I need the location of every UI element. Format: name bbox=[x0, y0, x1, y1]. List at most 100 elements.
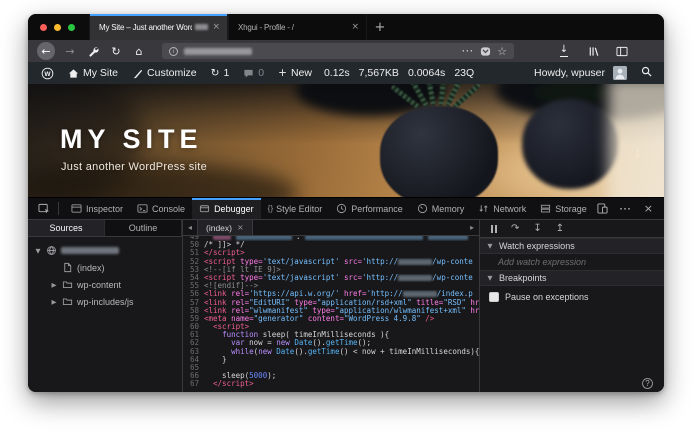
menu-icon[interactable] bbox=[643, 43, 655, 59]
minimize-window-button[interactable] bbox=[54, 23, 61, 31]
editor-tab-label: (index) bbox=[206, 222, 232, 233]
wp-logo-icon[interactable]: W bbox=[34, 62, 61, 84]
code-line-content: <script> bbox=[213, 323, 250, 332]
customize-menu[interactable]: Customize bbox=[125, 62, 204, 84]
globe-icon bbox=[46, 245, 57, 256]
code-view[interactable]: 49 : 50/* ]]> */51 </script> 52 <script typ… bbox=[183, 236, 479, 392]
downloads-button[interactable]: ↓ bbox=[556, 43, 572, 59]
devtools-tab-label: Performance bbox=[351, 203, 403, 214]
code-line-content: <![endif]--> bbox=[204, 282, 259, 291]
editor-tab-close-icon[interactable]: × bbox=[237, 223, 244, 232]
devtools-tab-network[interactable]: Network bbox=[471, 198, 533, 219]
devtools-meatball-menu-icon[interactable]: ··· bbox=[620, 204, 632, 214]
tree-item-host[interactable]: ▼ bbox=[28, 242, 182, 259]
devtools-tab-debugger[interactable]: Debugger bbox=[192, 198, 261, 219]
comment-icon bbox=[244, 69, 253, 78]
pause-on-exceptions-row[interactable]: Pause on exceptions bbox=[480, 286, 664, 307]
back-button[interactable]: ← bbox=[37, 42, 55, 60]
code-line: 66 sleep(5000); bbox=[183, 371, 479, 381]
site-info-icon[interactable]: i bbox=[169, 46, 178, 56]
tree-item-index[interactable]: (index) bbox=[28, 259, 182, 276]
step-out-icon[interactable]: ↥ bbox=[556, 223, 564, 234]
devtools-tab-inspector[interactable]: Inspector bbox=[64, 198, 130, 219]
editor-tab-bar: ◂ (index) × ▸ bbox=[183, 220, 479, 236]
devtools-tab-console[interactable]: Console bbox=[130, 198, 192, 219]
pocket-icon[interactable] bbox=[480, 46, 491, 57]
tree-item-label: wp-content bbox=[77, 279, 122, 290]
browser-tab-1[interactable]: My Site – Just another WordPress s × bbox=[89, 14, 228, 40]
close-window-button[interactable] bbox=[40, 23, 47, 31]
new-tab-button[interactable]: + bbox=[367, 14, 393, 40]
redacted-code bbox=[235, 236, 292, 240]
pick-element-icon[interactable] bbox=[35, 198, 53, 219]
library-icon[interactable] bbox=[585, 43, 601, 59]
stat-value: 23Q bbox=[454, 67, 475, 79]
breakpoints-header[interactable]: ▼ Breakpoints bbox=[480, 270, 664, 286]
devtools-tab-style-editor[interactable]: { } Style Editor bbox=[261, 198, 330, 219]
code-line-content: sleep(5000); bbox=[204, 372, 277, 381]
pause-on-exceptions-checkbox[interactable] bbox=[489, 291, 499, 302]
zoom-window-button[interactable] bbox=[68, 23, 75, 31]
file-icon bbox=[62, 262, 73, 273]
sidebar-toggle-icon[interactable] bbox=[614, 43, 630, 59]
step-in-icon[interactable]: ↧ bbox=[533, 223, 541, 234]
redacted-title-text bbox=[195, 24, 209, 30]
reload-button[interactable]: ↻ bbox=[108, 43, 124, 59]
tab-outline[interactable]: Outline bbox=[105, 220, 182, 236]
sources-panel: Sources Outline ▼ (index) ▶ wp-content ▶ wp-i… bbox=[28, 220, 183, 392]
twisty-icon[interactable]: ▶ bbox=[50, 281, 58, 289]
devtools-tab-performance[interactable]: Performance bbox=[329, 198, 410, 219]
watch-expressions-header[interactable]: ▼ Watch expressions bbox=[480, 238, 664, 254]
updates-menu[interactable]: ↻ 1 bbox=[204, 62, 237, 84]
home-button[interactable]: ⌂ bbox=[131, 43, 147, 59]
tree-item-wpcontent[interactable]: ▶ wp-content bbox=[28, 276, 182, 293]
browser-tab-2[interactable]: Xhgui - Profile - / × bbox=[228, 14, 367, 40]
tree-item-wpincludesjs[interactable]: ▶ wp-includes/js bbox=[28, 293, 182, 310]
window-controls bbox=[28, 14, 89, 40]
pause-icon[interactable] bbox=[491, 224, 497, 233]
debugger-right-panel: ↷ ↧ ↥ ▼ Watch expressions Add watch expr… bbox=[480, 220, 664, 392]
tab-sources[interactable]: Sources bbox=[28, 220, 105, 236]
redacted-code bbox=[398, 274, 433, 281]
console-icon bbox=[137, 203, 148, 214]
search-icon[interactable] bbox=[641, 66, 652, 80]
howdy-account-menu[interactable]: Howdy, wpuser bbox=[534, 67, 605, 79]
redacted-code bbox=[398, 258, 433, 265]
code-line-content: while(new Date().getTime() < now + timeI… bbox=[231, 347, 479, 356]
new-content-menu[interactable]: + New bbox=[271, 62, 319, 84]
code-line-content: <script type='text/javascript' src='http… bbox=[204, 273, 473, 282]
debugger-command-bar: ↷ ↧ ↥ bbox=[480, 220, 664, 238]
page-actions-icon[interactable]: ··· bbox=[462, 46, 474, 56]
devtools-tab-memory[interactable]: Memory bbox=[410, 198, 472, 219]
devtools-tab-storage[interactable]: Storage bbox=[533, 198, 594, 219]
devtools-tab-label: Storage bbox=[555, 203, 587, 214]
scroll-tabs-right-icon[interactable]: ▸ bbox=[465, 223, 479, 232]
redacted-code bbox=[402, 291, 437, 298]
scroll-down-arrow[interactable]: ↓ bbox=[632, 147, 643, 162]
add-watch-expression-input[interactable]: Add watch expression bbox=[480, 254, 664, 270]
tab-close-icon[interactable]: × bbox=[347, 22, 359, 32]
twisty-icon[interactable]: ▶ bbox=[50, 298, 58, 306]
code-line: 58 <link rel="wlwmanifest" type="applicat… bbox=[183, 306, 479, 315]
twisty-icon[interactable]: ▼ bbox=[34, 247, 42, 255]
comments-menu[interactable]: 0 bbox=[236, 62, 271, 84]
scroll-tabs-left-icon[interactable]: ◂ bbox=[183, 223, 197, 232]
url-bar[interactable]: i ··· ☆ bbox=[162, 43, 514, 59]
code-line: 51 </script> bbox=[183, 249, 479, 257]
my-site-menu[interactable]: My Site bbox=[61, 62, 125, 84]
wrench-icon[interactable] bbox=[85, 43, 101, 59]
avatar[interactable] bbox=[613, 66, 627, 80]
code-line: 57 <link rel="EditURI" type="application/… bbox=[183, 298, 479, 307]
forward-button[interactable]: → bbox=[62, 43, 78, 59]
help-icon[interactable]: ? bbox=[642, 378, 653, 389]
code-line: 67 </script> bbox=[183, 380, 479, 388]
bookmark-star-icon[interactable]: ☆ bbox=[497, 45, 507, 58]
editor-tab-index[interactable]: (index) × bbox=[197, 220, 253, 235]
step-over-icon[interactable]: ↷ bbox=[511, 223, 519, 234]
code-line-content: </script> bbox=[213, 380, 254, 389]
code-line-content: <meta name="generator" content="WordPres… bbox=[204, 314, 435, 323]
devtools-close-icon[interactable]: × bbox=[644, 202, 653, 215]
responsive-design-icon[interactable] bbox=[597, 203, 608, 214]
debugger-icon bbox=[199, 203, 210, 214]
tab-close-icon[interactable]: × bbox=[208, 22, 220, 32]
